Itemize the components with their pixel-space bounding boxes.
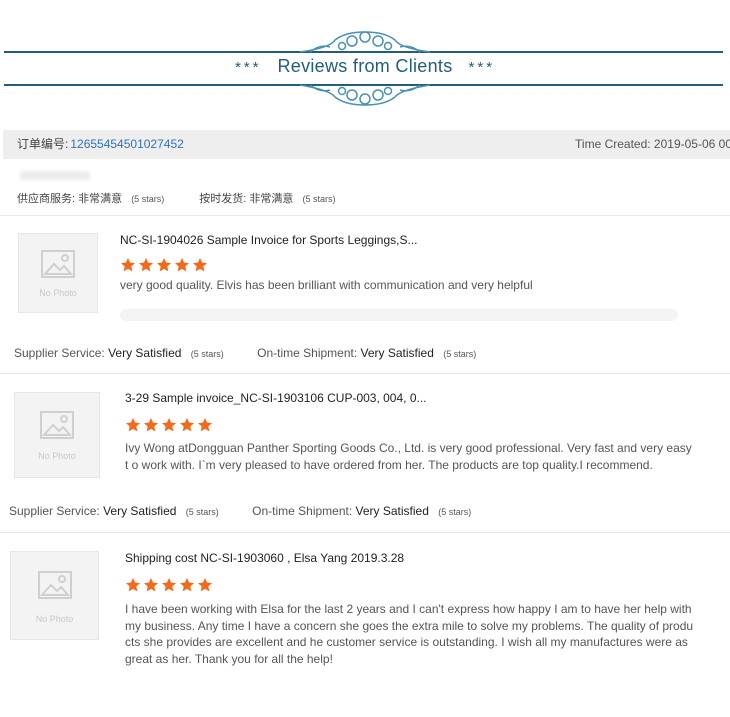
- cn-supplier-value: 非常满意: [78, 193, 123, 205]
- review-title[interactable]: NC-SI-1904026 Sample Invoice for Sports …: [120, 233, 418, 247]
- cn-supplier-stars: (5 stars): [131, 194, 165, 204]
- supplier-value: Very Satisfied: [103, 504, 177, 518]
- star-icon: [175, 258, 189, 272]
- star-icon: [162, 578, 176, 592]
- star-rating: [125, 577, 213, 593]
- review-title[interactable]: Shipping cost NC-SI-1903060 , Elsa Yang …: [125, 551, 404, 565]
- blurred-buyer-name: [20, 171, 90, 180]
- shipment-label: On-time Shipment:: [257, 346, 358, 360]
- order-number-label: 订单编号:: [17, 137, 69, 151]
- image-placeholder-icon: [40, 410, 74, 439]
- banner-right-stars: ***: [468, 59, 496, 76]
- horizontal-scrollbar[interactable]: [120, 309, 678, 321]
- shipment-value: Very Satisfied: [355, 504, 429, 518]
- shipment-value: Very Satisfied: [360, 346, 434, 360]
- product-thumbnail[interactable]: No Photo: [18, 233, 98, 313]
- cn-shipment-value: 非常满意: [249, 193, 294, 205]
- banner-title: Reviews from Clients: [277, 56, 453, 76]
- banner-left-stars: ***: [234, 59, 262, 76]
- review-title[interactable]: 3-29 Sample invoice_NC-SI-1903106 CUP-00…: [125, 391, 427, 405]
- star-icon: [121, 258, 135, 272]
- supplier-value: Very Satisfied: [108, 346, 182, 360]
- supplier-label: Supplier Service:: [9, 504, 100, 518]
- order-number-link[interactable]: 12655454501027452: [70, 137, 183, 151]
- time-created: Time Created: 2019-05-06 00: [575, 137, 730, 151]
- banner-heading: *** Reviews from Clients ***: [0, 56, 730, 77]
- cn-shipment-label: 按时发货:: [199, 193, 247, 205]
- supplier-label: Supplier Service:: [14, 346, 105, 360]
- cn-supplier-label: 供应商服务:: [17, 193, 76, 205]
- star-icon: [193, 258, 207, 272]
- order-header: 订单编号: 12655454501027452 Time Created: 201…: [3, 130, 730, 159]
- star-rating: [125, 417, 213, 433]
- star-icon: [139, 258, 153, 272]
- shipment-stars: (5 stars): [438, 507, 472, 517]
- supplier-stars: (5 stars): [185, 507, 219, 517]
- supplier-stars: (5 stars): [190, 349, 224, 359]
- divider: [0, 532, 730, 533]
- shipment-label: On-time Shipment:: [252, 504, 353, 518]
- divider: [0, 215, 730, 216]
- no-photo-label: No Photo: [35, 614, 74, 624]
- star-icon: [126, 578, 140, 592]
- product-thumbnail[interactable]: No Photo: [14, 392, 100, 478]
- divider: [0, 373, 730, 374]
- image-placeholder-icon: [41, 249, 75, 278]
- product-thumbnail[interactable]: No Photo: [10, 551, 99, 640]
- star-icon: [198, 418, 212, 432]
- review-comment: I have been working with Elsa for the la…: [125, 602, 694, 666]
- image-placeholder-icon: [37, 571, 72, 600]
- no-photo-label: No Photo: [39, 288, 77, 298]
- review-comment: very good quality. Elvis has been brilli…: [120, 278, 533, 292]
- star-icon: [162, 418, 176, 432]
- star-icon: [198, 578, 212, 592]
- no-photo-label: No Photo: [38, 451, 76, 461]
- reviews-banner: *** Reviews from Clients ***: [0, 0, 730, 112]
- cn-ratings: 供应商服务: 非常满意 (5 stars) 按时发货: 非常满意 (5 star…: [17, 190, 367, 206]
- review-ratings: Supplier Service: Very Satisfied (5 star…: [14, 346, 506, 360]
- shipment-stars: (5 stars): [443, 349, 477, 359]
- star-icon: [157, 258, 171, 272]
- star-icon: [180, 418, 194, 432]
- review-comment: Ivy Wong atDongguan Panther Sporting Goo…: [125, 441, 692, 472]
- star-icon: [144, 418, 158, 432]
- star-rating: [120, 257, 208, 273]
- review-ratings: Supplier Service: Very Satisfied (5 star…: [9, 504, 501, 518]
- cn-shipment-stars: (5 stars): [302, 194, 336, 204]
- star-icon: [180, 578, 194, 592]
- star-icon: [144, 578, 158, 592]
- star-icon: [126, 418, 140, 432]
- order-number-group: 订单编号: 12655454501027452: [17, 130, 184, 159]
